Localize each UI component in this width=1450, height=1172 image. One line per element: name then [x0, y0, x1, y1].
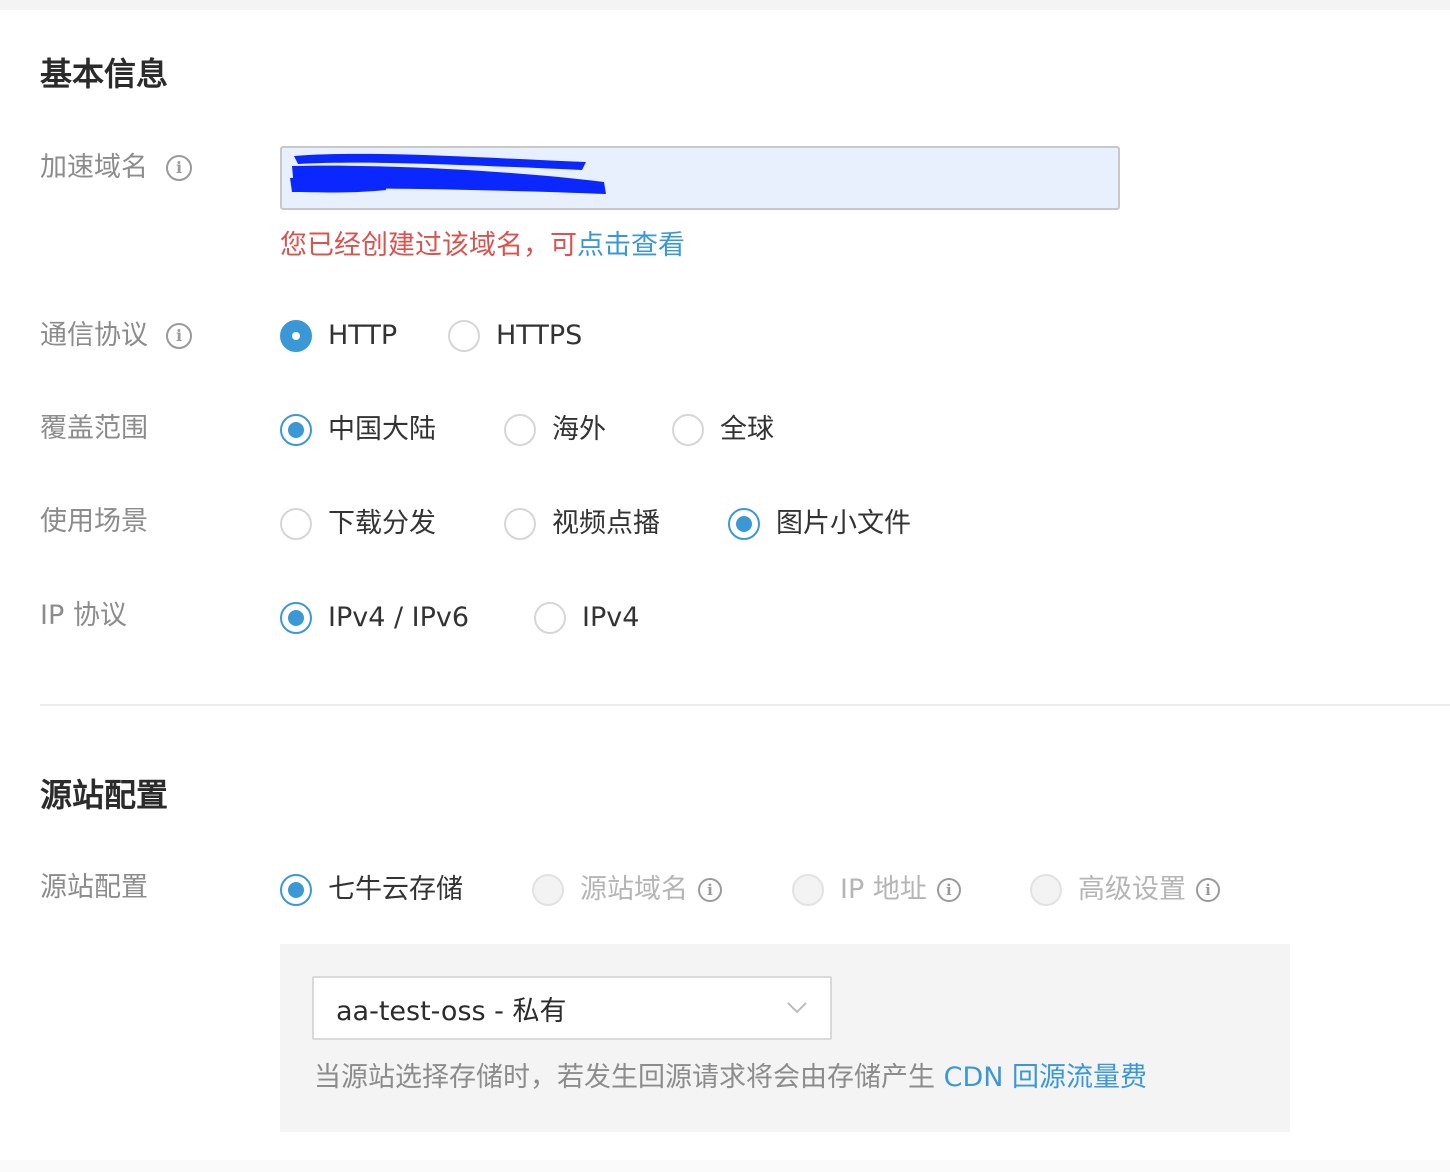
radio-circle[interactable]: [1030, 874, 1062, 906]
radio-advanced-settings[interactable]: 高级设置 i: [1030, 870, 1220, 910]
chevron-down-icon: [787, 1002, 807, 1014]
radio-label: IP 地址: [840, 874, 927, 905]
radio-ipv4-ipv6[interactable]: IPv4 / IPv6: [280, 598, 469, 638]
protocol-label: 通信协议: [40, 320, 148, 351]
radio-circle[interactable]: [672, 414, 704, 446]
ip-protocol-label-row: IP 协议: [40, 598, 127, 634]
radio-label: 下载分发: [328, 508, 436, 539]
radio-circle[interactable]: [792, 874, 824, 906]
radio-small-image-files[interactable]: 图片小文件: [728, 504, 911, 544]
radio-label: 视频点播: [552, 508, 660, 539]
radio-http[interactable]: HTTP: [280, 316, 397, 356]
origin-label-row: 源站配置: [40, 870, 148, 906]
radio-global[interactable]: 全球: [672, 410, 774, 450]
radio-circle[interactable]: [534, 602, 566, 634]
radio-https[interactable]: HTTPS: [448, 316, 582, 356]
domain-label: 加速域名: [40, 152, 148, 183]
radio-ip-address[interactable]: IP 地址 i: [792, 870, 961, 910]
radio-label: 海外: [552, 414, 606, 445]
radio-circle[interactable]: [504, 508, 536, 540]
domain-label-row: 加速域名 i: [40, 150, 192, 186]
radio-circle[interactable]: [504, 414, 536, 446]
radio-mainland-china[interactable]: 中国大陆: [280, 410, 436, 450]
view-existing-domain-link[interactable]: 点击查看: [577, 230, 685, 261]
bucket-select[interactable]: aa-test-oss - 私有: [312, 976, 832, 1040]
ip-protocol-label: IP 协议: [40, 600, 127, 631]
radio-circle[interactable]: [280, 320, 312, 352]
coverage-label: 覆盖范围: [40, 413, 148, 444]
cdn-origin-traffic-fee-link[interactable]: CDN 回源流量费: [944, 1062, 1147, 1093]
radio-circle[interactable]: [280, 508, 312, 540]
scenario-label: 使用场景: [40, 506, 148, 537]
radio-label: 七牛云存储: [328, 874, 463, 905]
origin-storage-panel: aa-test-oss - 私有 当源站选择存储时，若发生回源请求将会由存储产生…: [280, 944, 1290, 1132]
origin-billing-note: 当源站选择存储时，若发生回源请求将会由存储产生 CDN 回源流量费: [314, 1060, 1147, 1096]
radio-download-distribution[interactable]: 下载分发: [280, 504, 436, 544]
radio-circle[interactable]: [728, 508, 760, 540]
radio-video-on-demand[interactable]: 视频点播: [504, 504, 660, 544]
radio-origin-domain[interactable]: 源站域名 i: [532, 870, 722, 910]
radio-label: IPv4 / IPv6: [328, 602, 470, 633]
bottom-bar: [0, 1160, 1450, 1172]
top-bar: [0, 0, 1450, 10]
radio-circle[interactable]: [280, 414, 312, 446]
radio-qiniu-storage[interactable]: 七牛云存储: [280, 870, 463, 910]
info-icon[interactable]: i: [166, 323, 192, 349]
radio-label: 图片小文件: [776, 508, 911, 539]
info-icon[interactable]: i: [166, 155, 192, 181]
radio-label: HTTP: [328, 320, 398, 351]
radio-label: 源站域名: [580, 874, 688, 905]
info-icon[interactable]: i: [1196, 878, 1220, 902]
radio-circle[interactable]: [532, 874, 564, 906]
domain-input[interactable]: [280, 146, 1120, 210]
origin-note-text: 当源站选择存储时，若发生回源请求将会由存储产生: [314, 1062, 944, 1093]
radio-label: IPv4: [582, 602, 640, 633]
section-title-basic: 基本信息: [40, 55, 169, 93]
scenario-label-row: 使用场景: [40, 504, 148, 540]
radio-overseas[interactable]: 海外: [504, 410, 606, 450]
radio-label: HTTPS: [496, 320, 583, 351]
radio-ipv4[interactable]: IPv4: [534, 598, 639, 638]
radio-label: 全球: [720, 414, 774, 445]
bucket-select-value: aa-test-oss - 私有: [336, 995, 567, 1027]
info-icon[interactable]: i: [698, 878, 722, 902]
radio-circle[interactable]: [448, 320, 480, 352]
radio-label: 中国大陆: [328, 414, 436, 445]
domain-error-text: 您已经创建过该域名，可: [280, 230, 577, 261]
section-title-origin: 源站配置: [40, 776, 169, 814]
domain-error-message: 您已经创建过该域名，可点击查看: [280, 228, 685, 264]
radio-circle[interactable]: [280, 874, 312, 906]
origin-label: 源站配置: [40, 872, 148, 903]
section-divider: [40, 704, 1450, 706]
radio-circle[interactable]: [280, 602, 312, 634]
coverage-label-row: 覆盖范围: [40, 411, 148, 447]
protocol-label-row: 通信协议 i: [40, 318, 192, 354]
info-icon[interactable]: i: [936, 878, 961, 902]
radio-label: 高级设置: [1078, 874, 1186, 905]
